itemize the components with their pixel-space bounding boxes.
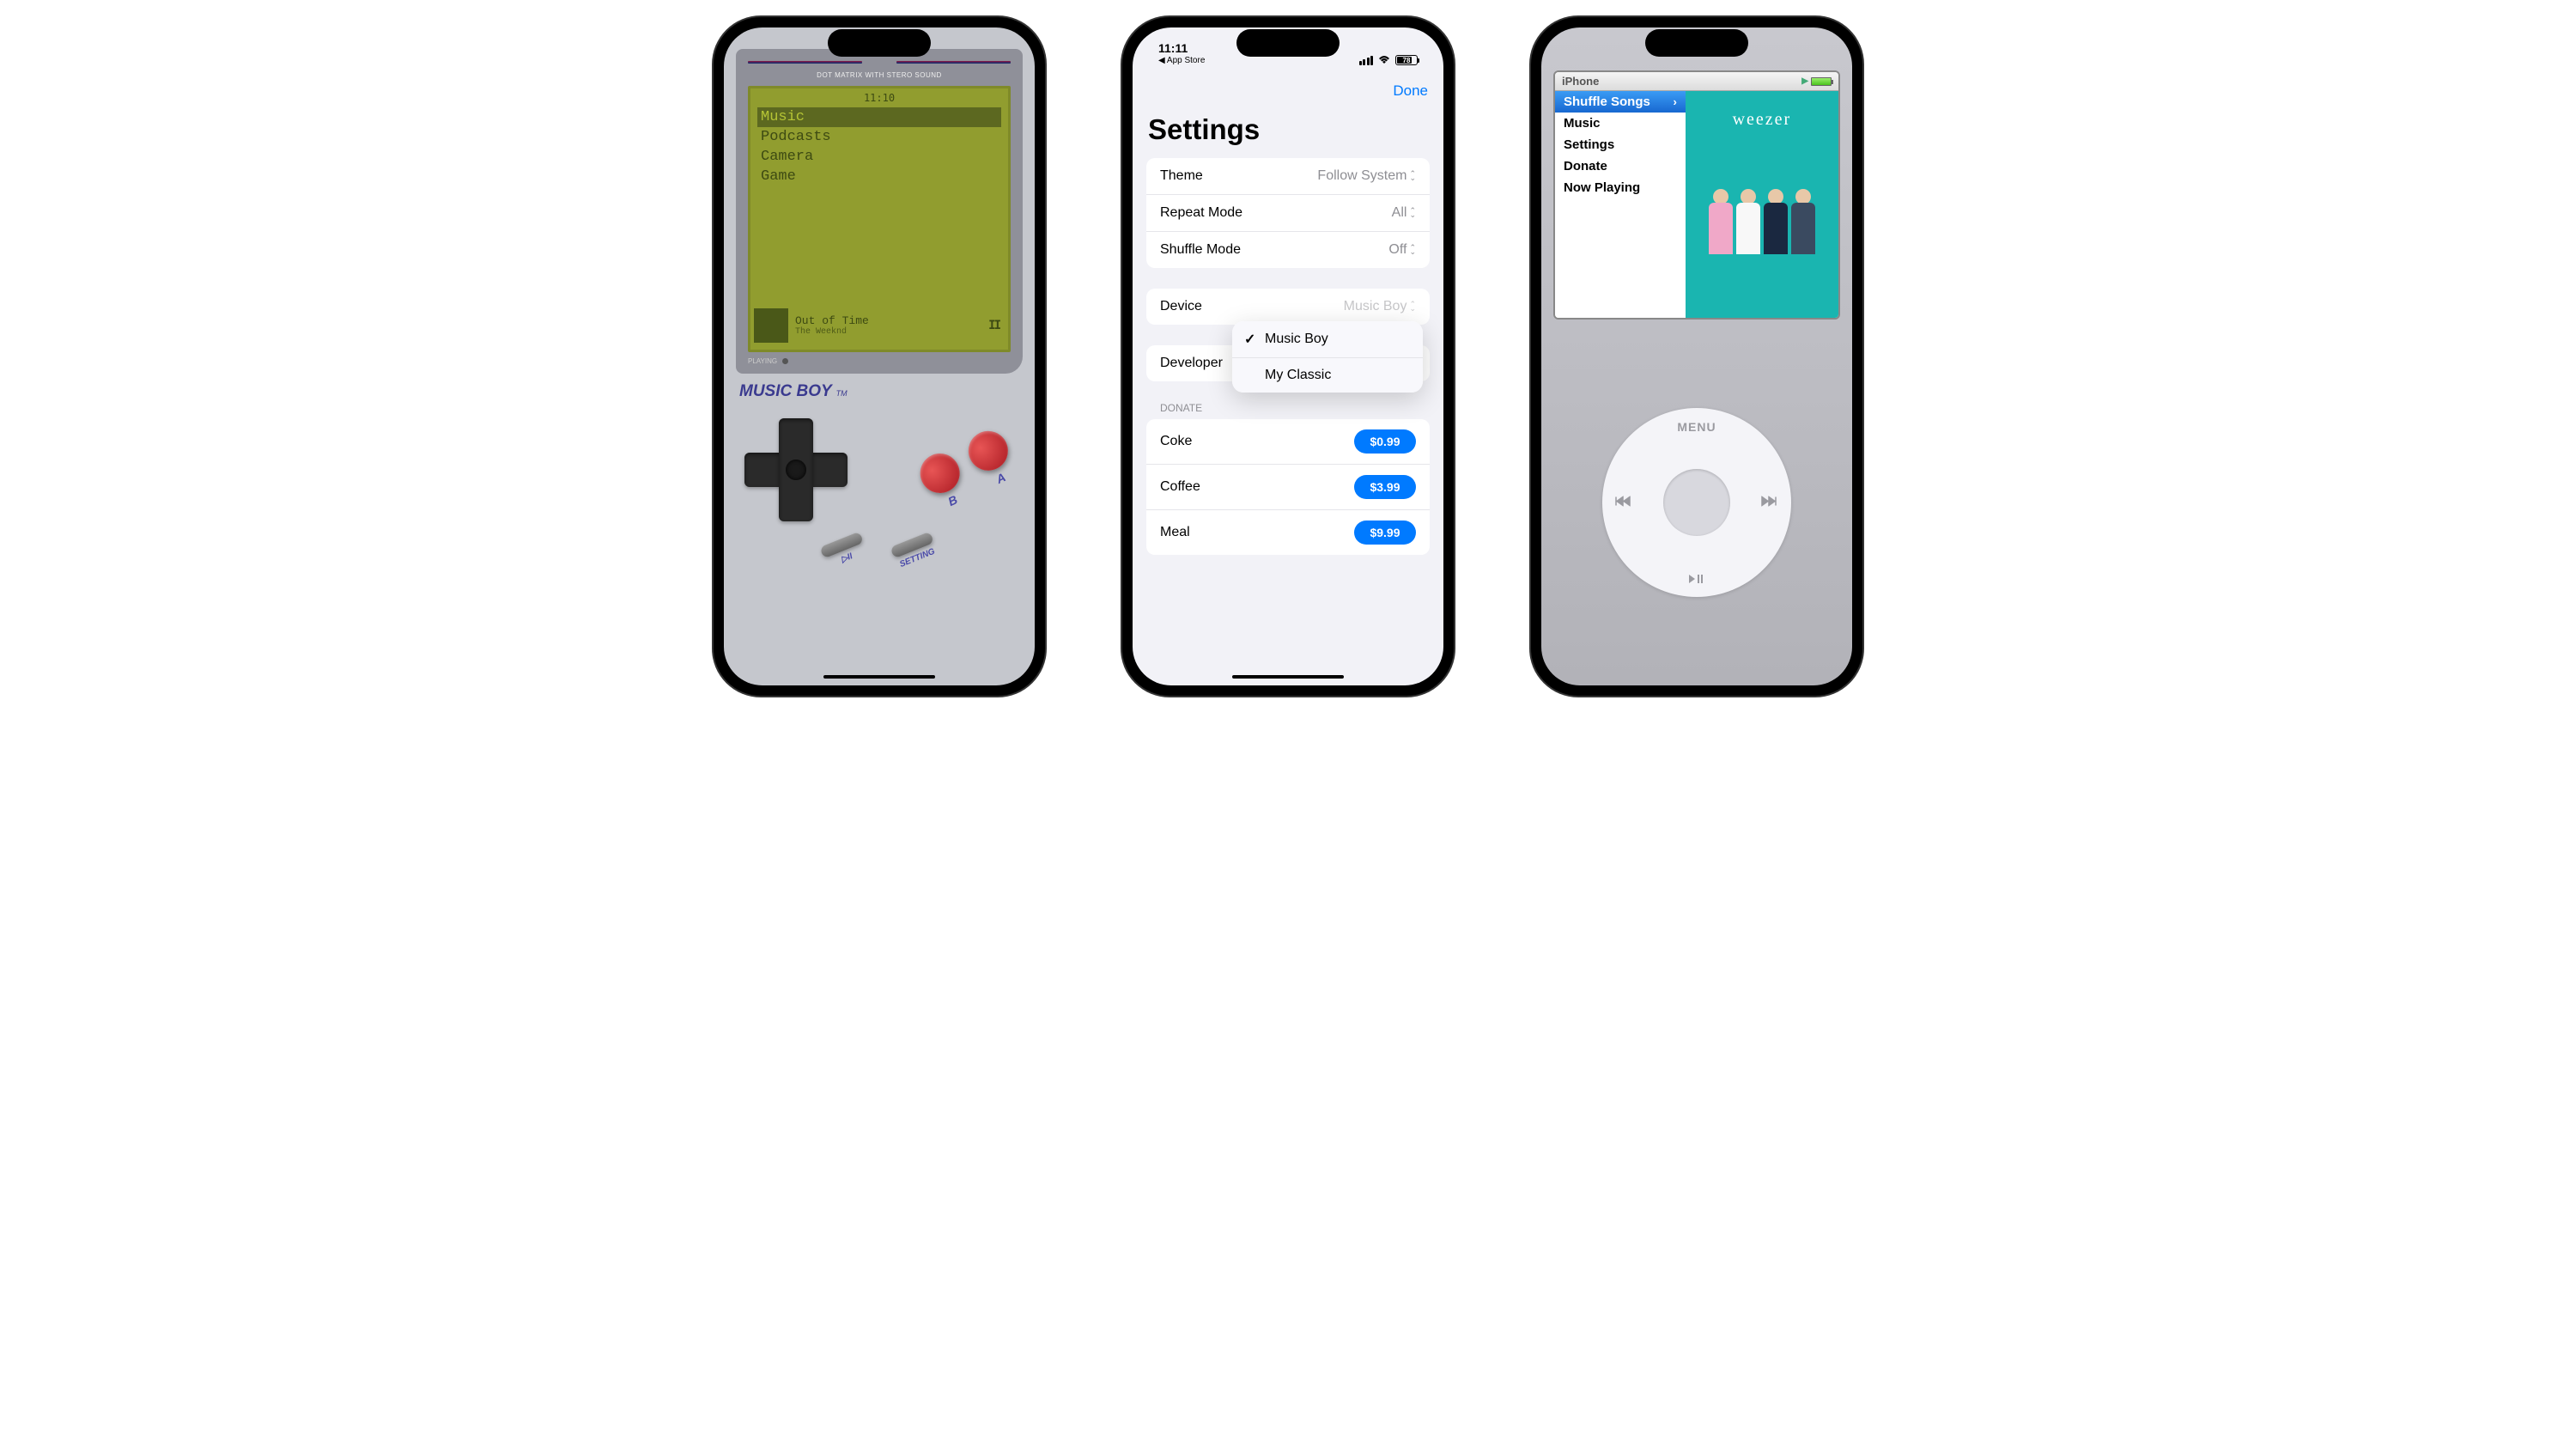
home-indicator[interactable]: [1232, 675, 1344, 679]
menu-shuffle-songs[interactable]: Shuffle Songs›: [1555, 91, 1686, 113]
row-device[interactable]: Device Music Boy⌃⌄: [1146, 289, 1430, 325]
device-label: Device: [1160, 299, 1202, 314]
click-wheel[interactable]: MENU: [1602, 408, 1791, 597]
menu-camera[interactable]: Camera: [757, 147, 1001, 167]
brand-label: MUSIC BOY TM: [739, 382, 1019, 401]
wheel-next-button[interactable]: [1760, 496, 1779, 510]
play-pause-icon: [1688, 574, 1705, 584]
donate-price-button[interactable]: $9.99: [1354, 521, 1416, 545]
row-shuffle[interactable]: Shuffle Mode Off⌃⌄: [1146, 232, 1430, 268]
donate-label: Coffee: [1160, 479, 1200, 495]
theme-value: Follow System: [1317, 168, 1406, 184]
wifi-icon: [1377, 55, 1391, 65]
donate-label: Meal: [1160, 525, 1190, 540]
lcd-clock: 11:10: [750, 88, 1008, 104]
now-playing-bar[interactable]: Out of Time The Weeknd II: [754, 305, 1005, 346]
skip-back-icon: [1614, 496, 1633, 507]
gameboy-skin: DOT MATRIX WITH STERO SOUND 11:10 Music …: [724, 27, 1035, 685]
row-donate-coffee: Coffee $3.99: [1146, 465, 1430, 510]
wheel-prev-button[interactable]: [1614, 496, 1633, 510]
album-art-figures: [1686, 182, 1838, 318]
song-title: Out of Time: [795, 314, 981, 327]
donate-header: Donate: [1133, 402, 1443, 419]
settings-section-2: Device Music Boy⌃⌄: [1146, 289, 1430, 325]
repeat-value: All: [1392, 205, 1407, 221]
option-label: Music Boy: [1265, 332, 1328, 347]
album-art-panel: weezer: [1686, 91, 1838, 318]
phone-ipod: iPhone ▶ Shuffle Songs› Music Settings D…: [1531, 17, 1862, 696]
ipod-status-bar: iPhone ▶: [1555, 72, 1838, 91]
page-title: Settings: [1133, 108, 1443, 158]
wheel-playpause-button[interactable]: [1602, 573, 1791, 587]
dropdown-option-musicboy[interactable]: ✓ Music Boy: [1232, 321, 1423, 358]
dropdown-option-myclassic[interactable]: My Classic: [1232, 358, 1423, 393]
play-indicator-icon: ▶: [1801, 76, 1808, 86]
bezel-text: DOT MATRIX WITH STERO SOUND: [748, 71, 1011, 79]
chevron-right-icon: ›: [1673, 95, 1676, 108]
notch: [828, 29, 931, 57]
done-button[interactable]: Done: [1393, 82, 1428, 100]
ipod-title: iPhone: [1562, 75, 1599, 88]
theme-label: Theme: [1160, 168, 1203, 184]
lcd-screen: 11:10 Music Podcasts Camera Game Out of …: [748, 86, 1011, 352]
wheel-menu-button[interactable]: MENU: [1602, 420, 1791, 434]
donate-price-button[interactable]: $0.99: [1354, 429, 1416, 454]
row-theme[interactable]: Theme Follow System⌃⌄: [1146, 158, 1430, 195]
device-dropdown: ✓ Music Boy My Classic: [1232, 321, 1423, 393]
signal-icon: [1359, 56, 1374, 65]
developer-label: Developer: [1160, 356, 1223, 371]
repeat-label: Repeat Mode: [1160, 205, 1242, 221]
device-value: Music Boy: [1344, 299, 1407, 314]
dpad[interactable]: [744, 418, 848, 521]
ipod-skin: iPhone ▶ Shuffle Songs› Music Settings D…: [1541, 27, 1852, 685]
checkmark-icon: ✓: [1244, 331, 1258, 348]
donate-section: Coke $0.99 Coffee $3.99 Meal $9.99: [1146, 419, 1430, 555]
playing-indicator: PLAYING: [748, 357, 1011, 365]
notch: [1645, 29, 1748, 57]
song-artist: The Weeknd: [795, 327, 981, 337]
ipod-lcd: iPhone ▶ Shuffle Songs› Music Settings D…: [1553, 70, 1840, 320]
donate-price-button[interactable]: $3.99: [1354, 475, 1416, 499]
artist-name: weezer: [1686, 110, 1838, 130]
phone-musicboy: DOT MATRIX WITH STERO SOUND 11:10 Music …: [714, 17, 1045, 696]
donate-label: Coke: [1160, 434, 1192, 449]
chevron-updown-icon: ⌃⌄: [1409, 209, 1416, 217]
menu-music[interactable]: Music: [1555, 113, 1686, 134]
chevron-updown-icon: ⌃⌄: [1409, 172, 1416, 180]
breadcrumb-back[interactable]: ◀ App Store: [1158, 56, 1205, 65]
option-label: My Classic: [1265, 368, 1331, 383]
battery-icon: 78: [1395, 55, 1418, 65]
skip-forward-icon: [1760, 496, 1779, 507]
status-time: 11:11: [1158, 41, 1205, 55]
menu-donate[interactable]: Donate: [1555, 155, 1686, 177]
phone-settings: 11:11 ◀ App Store 78 Done Settings Theme…: [1122, 17, 1454, 696]
menu-podcasts[interactable]: Podcasts: [757, 127, 1001, 147]
home-indicator[interactable]: [823, 675, 935, 679]
battery-icon: [1811, 77, 1832, 86]
row-donate-meal: Meal $9.99: [1146, 510, 1430, 555]
shuffle-label: Shuffle Mode: [1160, 242, 1241, 258]
menu-game[interactable]: Game: [757, 167, 1001, 186]
row-repeat[interactable]: Repeat Mode All⌃⌄: [1146, 195, 1430, 232]
row-donate-coke: Coke $0.99: [1146, 419, 1430, 465]
playing-label: PLAYING: [748, 357, 777, 365]
shuffle-value: Off: [1388, 242, 1406, 258]
settings-section-1: Theme Follow System⌃⌄ Repeat Mode All⌃⌄ …: [1146, 158, 1430, 268]
wheel-center-button[interactable]: [1663, 469, 1730, 536]
chevron-updown-icon: ⌃⌄: [1409, 302, 1416, 311]
menu-settings[interactable]: Settings: [1555, 134, 1686, 155]
album-art: [754, 308, 788, 343]
menu-music[interactable]: Music: [757, 107, 1001, 127]
menu-now-playing[interactable]: Now Playing: [1555, 177, 1686, 198]
notch: [1236, 29, 1340, 57]
main-menu: Music Podcasts Camera Game: [750, 104, 1008, 190]
pause-icon: II: [988, 319, 999, 332]
led-icon: [782, 358, 788, 364]
chevron-updown-icon: ⌃⌄: [1409, 246, 1416, 254]
ipod-menu: Shuffle Songs› Music Settings Donate Now…: [1555, 91, 1686, 318]
